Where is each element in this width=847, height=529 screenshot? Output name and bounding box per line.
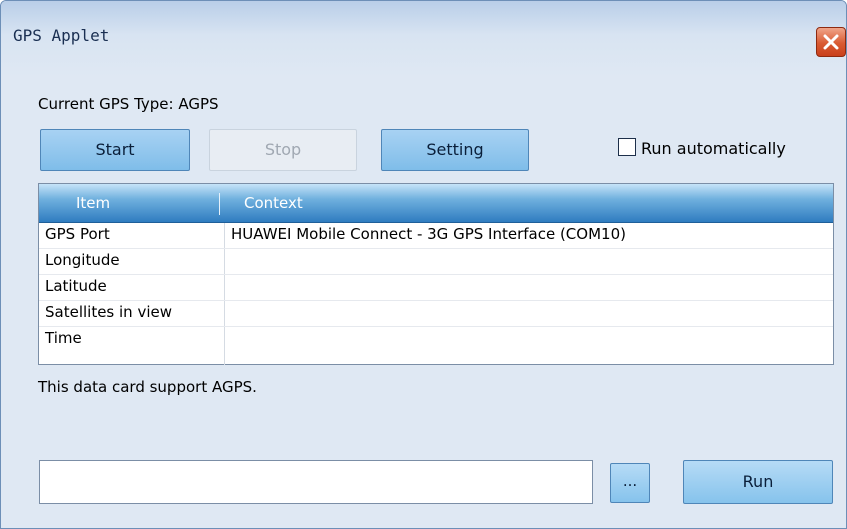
table-row-time[interactable]: Time — [39, 327, 833, 352]
cell-item: Latitude — [45, 277, 107, 295]
column-header-item[interactable]: Item — [76, 194, 110, 212]
command-input[interactable] — [39, 460, 593, 504]
table-row-latitude[interactable]: Latitude — [39, 275, 833, 301]
table-row-satellites[interactable]: Satellites in view — [39, 301, 833, 327]
current-gps-type-label: Current GPS Type: AGPS — [38, 95, 219, 113]
cell-context: HUAWEI Mobile Connect - 3G GPS Interface… — [231, 225, 626, 243]
support-message: This data card support AGPS. — [38, 378, 257, 396]
cell-item: Longitude — [45, 251, 120, 269]
cell-item: Time — [45, 329, 82, 347]
gps-info-table: Item Context GPS Port HUAWEI Mobile Conn… — [38, 183, 834, 365]
run-button[interactable]: Run — [683, 460, 833, 504]
column-header-context[interactable]: Context — [244, 194, 303, 212]
close-button[interactable] — [816, 27, 846, 57]
run-automatically-checkbox[interactable] — [618, 138, 636, 156]
table-row-gps-port[interactable]: GPS Port HUAWEI Mobile Connect - 3G GPS … — [39, 223, 833, 249]
cell-item: GPS Port — [45, 225, 110, 243]
title-bar[interactable]: GPS Applet — [1, 1, 846, 77]
run-automatically-label[interactable]: Run automatically — [641, 139, 786, 158]
table-body: GPS Port HUAWEI Mobile Connect - 3G GPS … — [39, 223, 833, 352]
gps-applet-window: GPS Applet Current GPS Type: AGPS Start … — [0, 0, 847, 529]
window-title: GPS Applet — [13, 26, 110, 45]
table-row-longitude[interactable]: Longitude — [39, 249, 833, 275]
start-button[interactable]: Start — [40, 129, 190, 171]
setting-button[interactable]: Setting — [381, 129, 529, 171]
browse-button[interactable]: ... — [610, 463, 650, 503]
cell-item: Satellites in view — [45, 303, 173, 321]
table-header: Item Context — [39, 184, 833, 223]
close-icon — [823, 34, 839, 50]
stop-button: Stop — [209, 129, 357, 171]
column-divider[interactable] — [219, 193, 220, 215]
